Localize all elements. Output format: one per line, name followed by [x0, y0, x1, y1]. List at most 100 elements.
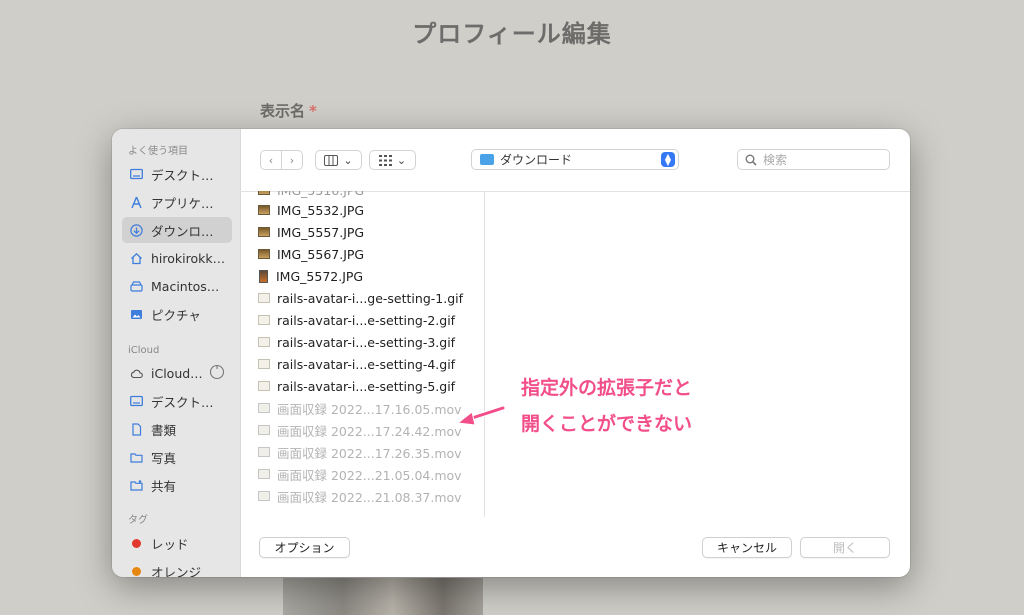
- sidebar-item-label: 写真: [151, 450, 177, 466]
- file-open-dialog: よく使う項目 デスクト… アプリケ… ダウンロ… hirokirokk… Macinto…: [112, 129, 910, 577]
- open-button[interactable]: 開く: [800, 537, 890, 558]
- sidebar: よく使う項目 デスクト… アプリケ… ダウンロ… hirokirokk… Macinto…: [112, 129, 241, 577]
- sidebar-item[interactable]: 写真: [122, 444, 232, 470]
- sidebar-item[interactable]: デスクト…: [122, 388, 232, 414]
- sidebar-tag[interactable]: レッド: [122, 530, 232, 556]
- sidebar-item[interactable]: ピクチャ: [122, 301, 232, 327]
- sidebar-item[interactable]: Macintos…: [122, 273, 232, 299]
- file-row[interactable]: rails-avatar-i...e-setting-3.gif: [240, 331, 484, 353]
- gif-file-icon: [258, 337, 270, 347]
- back-button[interactable]: ‹: [260, 150, 282, 170]
- annotation-line-2: 開くことができない: [521, 413, 693, 435]
- file-name: IMG_5557.JPG: [277, 224, 365, 240]
- file-row: 画面収録 2022...17.26.35.mov: [240, 441, 484, 463]
- desktop-icon: [130, 395, 143, 408]
- sidebar-item[interactable]: 共有: [122, 472, 232, 498]
- home-icon: [130, 252, 143, 265]
- group-button[interactable]: ⌄: [369, 150, 416, 170]
- popup-arrows-icon: ▲ ▼: [661, 152, 675, 167]
- sidebar-item-label: ピクチャ: [151, 307, 201, 323]
- icloud-header: iCloud: [128, 345, 160, 356]
- tags-header: タグ: [128, 515, 148, 526]
- file-name: IMG_5567.JPG: [277, 246, 365, 262]
- file-name: rails-avatar-i...e-setting-5.gif: [277, 378, 456, 394]
- file-name: 画面収録 2022...21.05.04.mov: [277, 467, 462, 483]
- sidebar-item[interactable]: 書類: [122, 416, 232, 442]
- applications-icon: [130, 196, 143, 209]
- gif-file-icon: [258, 315, 270, 325]
- file-name: rails-avatar-i...e-setting-3.gif: [277, 334, 456, 350]
- sidebar-item-label: 共有: [151, 478, 177, 494]
- annotation-line-1: 指定外の拡張子だと: [521, 377, 693, 399]
- file-row[interactable]: IMG_5572.JPG: [240, 265, 484, 287]
- sidebar-item[interactable]: ダウンロ…: [122, 217, 232, 243]
- sidebar-item-label: デスクト…: [151, 394, 214, 410]
- location-popup[interactable]: ダウンロード ▲ ▼: [471, 149, 679, 170]
- file-name: 画面収録 2022...17.26.35.mov: [277, 445, 462, 461]
- pictures-icon: [130, 308, 143, 321]
- annotation-arrow-icon: [456, 405, 506, 426]
- image-file-icon: [258, 227, 270, 237]
- sync-progress-icon: [203, 364, 225, 383]
- file-name: rails-avatar-i...ge-setting-1.gif: [277, 290, 464, 306]
- file-row[interactable]: IMG_5567.JPG: [240, 243, 484, 265]
- tag-color-dot-icon: [132, 566, 141, 576]
- file-name: IMG_5572.JPG: [276, 268, 364, 284]
- sidebar-tag[interactable]: オレンジ: [122, 558, 232, 577]
- sidebar-item-label: ダウンロ…: [151, 223, 214, 239]
- cancel-button[interactable]: キャンセル: [702, 537, 792, 558]
- required-mark: *: [309, 102, 317, 120]
- forward-button[interactable]: ›: [281, 150, 303, 170]
- file-name: IMG_5516.JPG: [277, 191, 364, 198]
- file-name: 画面収録 2022...21.08.37.mov: [277, 489, 462, 505]
- sidebar-item-label: デスクト…: [151, 167, 214, 183]
- chevron-down-icon: ⌄: [396, 153, 407, 167]
- hard-drive-icon: [130, 280, 143, 293]
- file-row[interactable]: rails-avatar-i...e-setting-5.gif: [240, 375, 484, 397]
- sidebar-item-label: アプリケ…: [151, 195, 214, 211]
- chevron-left-icon: ‹: [268, 153, 274, 167]
- view-mode-button[interactable]: ⌄: [315, 150, 362, 170]
- document-icon: [130, 422, 143, 436]
- sidebar-item[interactable]: hirokirokk…: [122, 245, 232, 271]
- sidebar-tag-label: レッド: [151, 536, 189, 552]
- display-name-label: 表示名 *: [260, 100, 317, 121]
- file-row[interactable]: IMG_5557.JPG: [240, 221, 484, 243]
- gif-file-icon: [258, 293, 270, 303]
- sidebar-item[interactable]: アプリケ…: [122, 189, 232, 215]
- file-row[interactable]: IMG_5532.JPG: [240, 199, 484, 221]
- file-row[interactable]: rails-avatar-i...ge-setting-1.gif: [240, 287, 484, 309]
- desktop-icon: [130, 168, 143, 181]
- options-button[interactable]: オプション: [259, 537, 350, 558]
- dialog-footer: オプション キャンセル 開く: [240, 517, 910, 577]
- shared-folder-icon: [130, 479, 143, 492]
- page-title: プロフィール編集: [412, 20, 612, 48]
- file-row[interactable]: rails-avatar-i...e-setting-2.gif: [240, 309, 484, 331]
- file-name: IMG_5532.JPG: [277, 202, 365, 218]
- gif-file-icon: [258, 381, 270, 391]
- file-name: 画面収録 2022...17.16.05.mov: [277, 401, 462, 417]
- movie-file-icon: [258, 447, 270, 457]
- sidebar-item[interactable]: iCloud…: [122, 360, 232, 386]
- favorites-header: よく使う項目: [128, 146, 188, 157]
- sidebar-item[interactable]: デスクト…: [122, 161, 232, 187]
- location-label: ダウンロード: [500, 153, 573, 167]
- gif-file-icon: [258, 359, 270, 369]
- cloud-icon: [130, 367, 143, 380]
- movie-file-icon: [258, 491, 270, 501]
- file-row: 画面収録 2022...17.24.42.mov: [240, 419, 484, 441]
- downloads-icon: [130, 223, 143, 237]
- movie-file-icon: [258, 469, 270, 479]
- search-field[interactable]: 検索: [737, 149, 890, 170]
- sidebar-item-label: Macintos…: [151, 278, 220, 294]
- file-row[interactable]: rails-avatar-i...e-setting-4.gif: [240, 353, 484, 375]
- search-icon: [745, 154, 757, 166]
- preview-pane: [485, 191, 910, 517]
- file-name: 画面収録 2022...17.24.42.mov: [277, 423, 462, 439]
- downloads-folder-icon: [480, 154, 494, 165]
- sidebar-tag-label: オレンジ: [151, 564, 202, 578]
- movie-file-icon: [258, 403, 270, 413]
- image-file-icon: [258, 205, 270, 215]
- sidebar-item-label: hirokirokk…: [151, 250, 226, 266]
- search-placeholder: 検索: [763, 153, 788, 167]
